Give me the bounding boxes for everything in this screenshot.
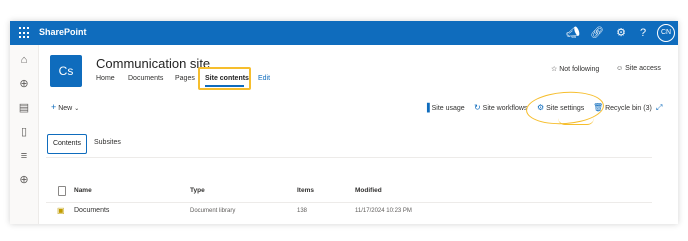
tab-contents[interactable]: Contents [47,134,87,154]
site-logo[interactable]: Cs [50,55,82,87]
column-items[interactable]: Items [297,187,314,194]
recycle-bin-label: Recycle bin (3) [605,105,652,112]
site-access-button[interactable]: ☺ Site access [616,65,661,72]
new-button[interactable]: + New ⌄ [51,102,79,112]
site-usage-button[interactable]: ▐ Site usage [424,103,465,112]
highlight-box [198,67,251,90]
list-icon[interactable]: ≡ [17,149,31,163]
left-rail: ⌂ ⊕ ▤ ▯ ≡ ⊕ [10,45,39,224]
divider [46,157,652,158]
expand-icon[interactable]: ⤢ [656,103,662,113]
follow-button[interactable]: ☆ Not following [551,65,599,73]
app-window: SharePoint 📣︎ 🔗︎ ⚙ ? CN ⌂ ⊕ ▤ ▯ ≡ ⊕ Cs C… [10,21,678,224]
app-launcher-icon[interactable] [19,27,31,39]
chevron-down-icon: ⌄ [74,106,80,112]
site-usage-label: Site usage [431,105,465,112]
globe-icon[interactable]: ⊕ [17,77,31,91]
row-name[interactable]: Documents [74,207,109,214]
create-icon[interactable]: ⊕ [17,173,31,187]
nav-documents[interactable]: Documents [128,75,163,82]
megaphone-icon[interactable]: 📣︎ [565,25,581,41]
share-icon[interactable]: 🔗︎ [589,25,605,41]
column-modified[interactable]: Modified [355,187,382,194]
people-icon: ☺ [616,65,624,72]
avatar[interactable]: CN [657,24,675,42]
news-icon[interactable]: ▤ [17,101,31,115]
help-icon[interactable]: ? [635,25,651,41]
site-title[interactable]: Communication site [96,56,210,71]
row-separator [46,202,652,203]
row-items: 138 [297,208,308,214]
settings-icon[interactable]: ⚙ [613,25,629,41]
column-name[interactable]: Name [74,187,92,194]
file-type-icon [58,186,66,196]
workflow-icon: ↻ [474,103,481,112]
star-icon: ☆ [551,66,558,73]
row-type: Document library [190,208,236,214]
chart-icon: ▐ [424,103,430,112]
column-type[interactable]: Type [190,187,205,194]
library-icon: ▣ [57,206,65,215]
file-icon[interactable]: ▯ [17,125,31,139]
site-workflows-label: Site workflows [482,105,528,112]
home-icon[interactable]: ⌂ [17,53,31,67]
tab-subsites[interactable]: Subsites [94,139,121,146]
nav-home[interactable]: Home [96,75,115,82]
row-modified: 11/17/2024 10:23 PM [355,208,412,214]
site-workflows-button[interactable]: ↻ Site workflows [474,103,527,112]
highlight-stroke [558,118,594,125]
suite-bar: SharePoint 📣︎ 🔗︎ ⚙ ? CN [10,21,678,45]
edit-nav-link[interactable]: Edit [258,75,270,82]
follow-label: Not following [559,66,600,73]
brand-label[interactable]: SharePoint [39,27,87,37]
nav-pages[interactable]: Pages [175,75,195,82]
site-access-label: Site access [625,65,661,72]
plus-icon: + [51,102,57,112]
new-label: New [58,105,73,112]
